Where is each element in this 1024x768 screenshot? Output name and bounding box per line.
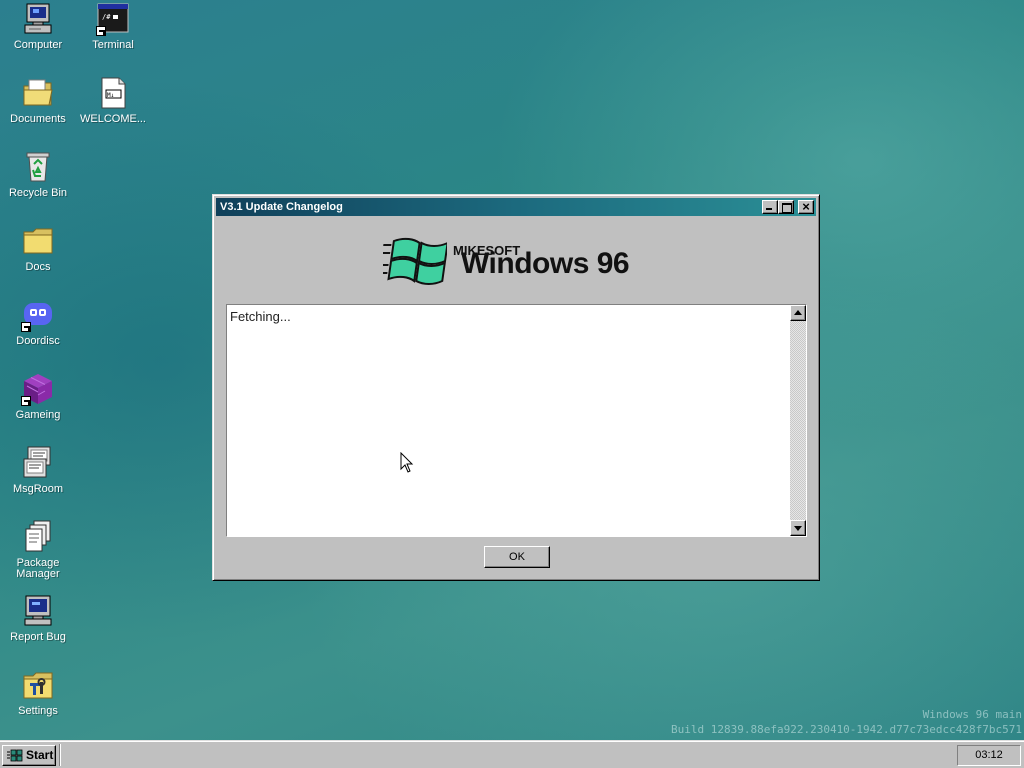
scroll-down-button[interactable] — [790, 520, 806, 536]
msgroom-icon — [21, 446, 55, 480]
desktop-icon-label: Computer — [13, 39, 63, 51]
window-title: V3.1 Update Changelog — [220, 201, 343, 213]
close-button[interactable]: × — [798, 199, 814, 214]
package-manager-icon — [21, 520, 55, 554]
changelog-text: Fetching... — [230, 309, 291, 324]
build-watermark: Windows 96 main Build 12839.88efa922.230… — [622, 707, 1022, 737]
changelog-textarea[interactable]: Fetching... — [226, 304, 807, 537]
desktop-icon-recycle-bin[interactable]: Recycle Bin — [0, 150, 76, 199]
desktop-icon-report-bug[interactable]: Report Bug — [0, 594, 76, 643]
shortcut-arrow-icon — [21, 396, 31, 406]
desktop-icon-label: MsgRoom — [12, 483, 64, 495]
desktop-icon-label: Documents — [10, 113, 66, 125]
minimize-button[interactable] — [762, 200, 778, 214]
desktop-icon-label: Doordisc — [16, 335, 60, 347]
start-button[interactable]: Start — [2, 745, 56, 766]
ok-button[interactable]: OK — [484, 546, 550, 568]
desktop-icon-docs[interactable]: Docs — [0, 224, 76, 273]
scroll-up-button[interactable] — [790, 305, 806, 321]
system-tray-clock[interactable]: 03:12 — [957, 745, 1021, 766]
start-logo-icon — [7, 749, 23, 762]
desktop-icon-label: Recycle Bin — [8, 187, 68, 199]
desktop-icon-package-manager[interactable]: Package Manager — [0, 520, 76, 580]
changelog-window[interactable]: V3.1 Update Changelog × MIKESOFT Windows… — [212, 194, 820, 581]
logo-brand-big: Windows 96 — [461, 247, 630, 280]
svg-text:/#: /# — [102, 13, 111, 21]
desktop-icon-gameing[interactable]: Gameing — [0, 372, 76, 421]
computer-icon — [21, 2, 55, 36]
desktop-icon-computer[interactable]: Computer — [0, 2, 76, 51]
watermark-line1: Windows 96 main — [922, 708, 1022, 721]
desktop-icon-label: WELCOME... — [79, 113, 146, 125]
window-titlebar[interactable]: V3.1 Update Changelog × — [216, 198, 816, 216]
shortcut-arrow-icon — [96, 26, 106, 36]
desktop-icon-label: Terminal — [92, 39, 134, 51]
desktop-icon-doordisc[interactable]: Doordisc — [0, 298, 76, 347]
windows-flag-icon — [383, 237, 447, 285]
taskbar-separator — [59, 744, 61, 766]
cube-icon — [21, 372, 55, 406]
desktop-icon-documents[interactable]: Documents — [0, 76, 76, 125]
desktop-icon-settings[interactable]: Settings — [0, 668, 76, 717]
desktop-icon-label: Docs — [25, 261, 51, 273]
start-label: Start — [26, 748, 54, 762]
desktop-icon-terminal[interactable]: /# Terminal — [75, 2, 151, 51]
desktop-icon-welcome[interactable]: M↓ WELCOME... — [75, 76, 151, 125]
desktop-icon-label: Settings — [18, 705, 58, 717]
taskbar: Start 03:12 — [0, 740, 1024, 768]
arrow-down-icon — [794, 526, 802, 531]
settings-icon — [21, 668, 55, 702]
recycle-bin-icon — [21, 150, 55, 184]
shortcut-arrow-icon — [21, 322, 31, 332]
svg-text:M↓: M↓ — [107, 92, 114, 99]
desktop[interactable]: Computer /# Terminal Documents M↓ WELCOM… — [0, 0, 1024, 740]
mouse-cursor-icon — [400, 452, 414, 473]
report-bug-icon — [21, 594, 55, 628]
desktop-icon-msgroom[interactable]: MsgRoom — [0, 446, 76, 495]
folder-icon — [21, 224, 55, 258]
desktop-icon-label: Gameing — [15, 409, 61, 421]
desktop-icon-label: Report Bug — [10, 631, 66, 643]
desktop-icon-label: Package Manager — [16, 557, 60, 580]
windows96-logo: MIKESOFT Windows 96 — [383, 233, 653, 289]
markdown-file-icon: M↓ — [96, 76, 130, 110]
watermark-line2: Build 12839.88efa922.230410-1942.d77c73e… — [671, 723, 1022, 736]
arrow-up-icon — [794, 310, 802, 315]
maximize-button[interactable] — [778, 200, 794, 214]
documents-folder-icon — [21, 76, 55, 110]
vertical-scrollbar[interactable] — [790, 305, 806, 536]
doordisc-icon — [21, 298, 55, 332]
terminal-icon: /# — [96, 2, 130, 36]
close-icon: × — [802, 199, 810, 214]
